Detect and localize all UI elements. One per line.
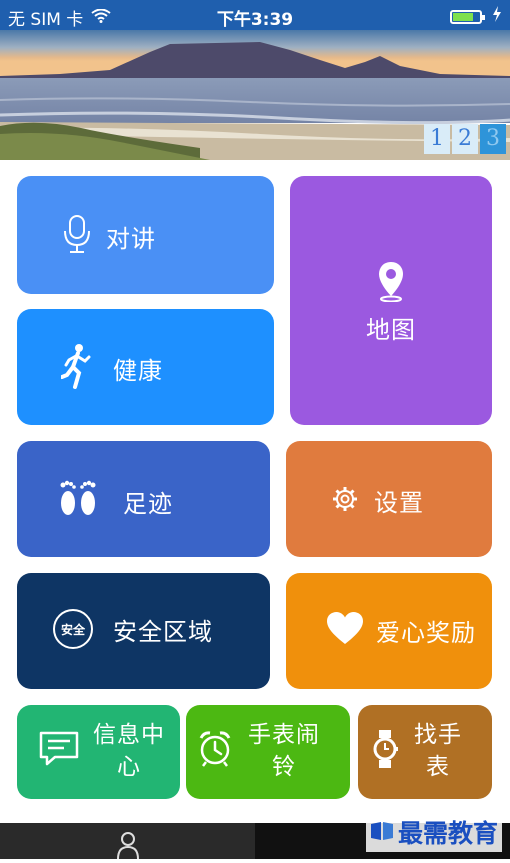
tile-settings-label: 设置 (374, 489, 424, 517)
tile-intercom[interactable]: 对讲 (17, 176, 274, 294)
pager-dot-1[interactable]: 1 (424, 124, 450, 154)
tile-watch-alarm-label-line1: 手表闹 (248, 722, 320, 748)
tile-safe-zone[interactable]: 安全 安全区域 (17, 573, 270, 689)
tile-message-center-label-line1: 信息中 (93, 722, 165, 748)
pager-dot-2[interactable]: 2 (452, 124, 478, 154)
runner-icon (60, 343, 91, 393)
status-bar: 无 SIM 卡 下午3:39 (0, 0, 510, 30)
banner-pager[interactable]: 1 2 3 (424, 124, 506, 154)
gear-icon (332, 486, 358, 516)
tab-profile[interactable] (0, 823, 255, 860)
status-time: 下午3:39 (216, 10, 294, 30)
tile-find-watch[interactable]: 找手 表 (358, 705, 492, 799)
tile-health[interactable]: 健康 (17, 309, 274, 425)
message-icon (39, 731, 79, 771)
tile-intercom-label: 对讲 (106, 224, 156, 253)
tile-settings[interactable]: 设置 (286, 441, 492, 557)
pager-dot-3[interactable]: 3 (480, 124, 506, 154)
battery-icon (450, 9, 485, 24)
book-icon (370, 818, 394, 847)
microphone-icon (62, 214, 92, 258)
banner-carousel[interactable]: 1 2 3 (0, 30, 510, 160)
tile-message-center-label-line2: 心 (117, 754, 141, 780)
tile-message-center[interactable]: 信息中 心 (17, 705, 180, 799)
tile-footprint-label: 足迹 (123, 489, 173, 518)
alarm-clock-icon (198, 730, 232, 772)
tile-safe-zone-label: 安全区域 (113, 617, 213, 646)
tile-love-reward[interactable]: 爱心奖励 (286, 573, 492, 689)
safe-badge-icon: 安全 (53, 609, 93, 649)
watermark-text: 最需教育 (397, 819, 498, 848)
safe-badge-text: 安全 (60, 622, 85, 637)
footprint-icon (57, 477, 99, 525)
map-pin-icon (377, 262, 405, 306)
tile-map[interactable]: 地图 (290, 176, 492, 425)
person-icon (117, 831, 139, 863)
tile-watch-alarm[interactable]: 手表闹 铃 (186, 705, 350, 799)
charging-icon (492, 6, 502, 27)
tile-watch-alarm-label-line2: 铃 (272, 754, 296, 780)
tile-find-watch-label-line2: 表 (426, 754, 450, 780)
watermark: 最需教育 (365, 812, 502, 852)
tile-health-label: 健康 (113, 356, 163, 385)
tile-map-label: 地图 (366, 316, 416, 344)
tile-find-watch-label-line1: 找手 (414, 722, 462, 748)
tile-love-reward-label: 爱心奖励 (376, 618, 476, 647)
tile-footprint[interactable]: 足迹 (17, 441, 270, 557)
heart-icon (326, 611, 364, 649)
watch-icon (372, 729, 398, 773)
